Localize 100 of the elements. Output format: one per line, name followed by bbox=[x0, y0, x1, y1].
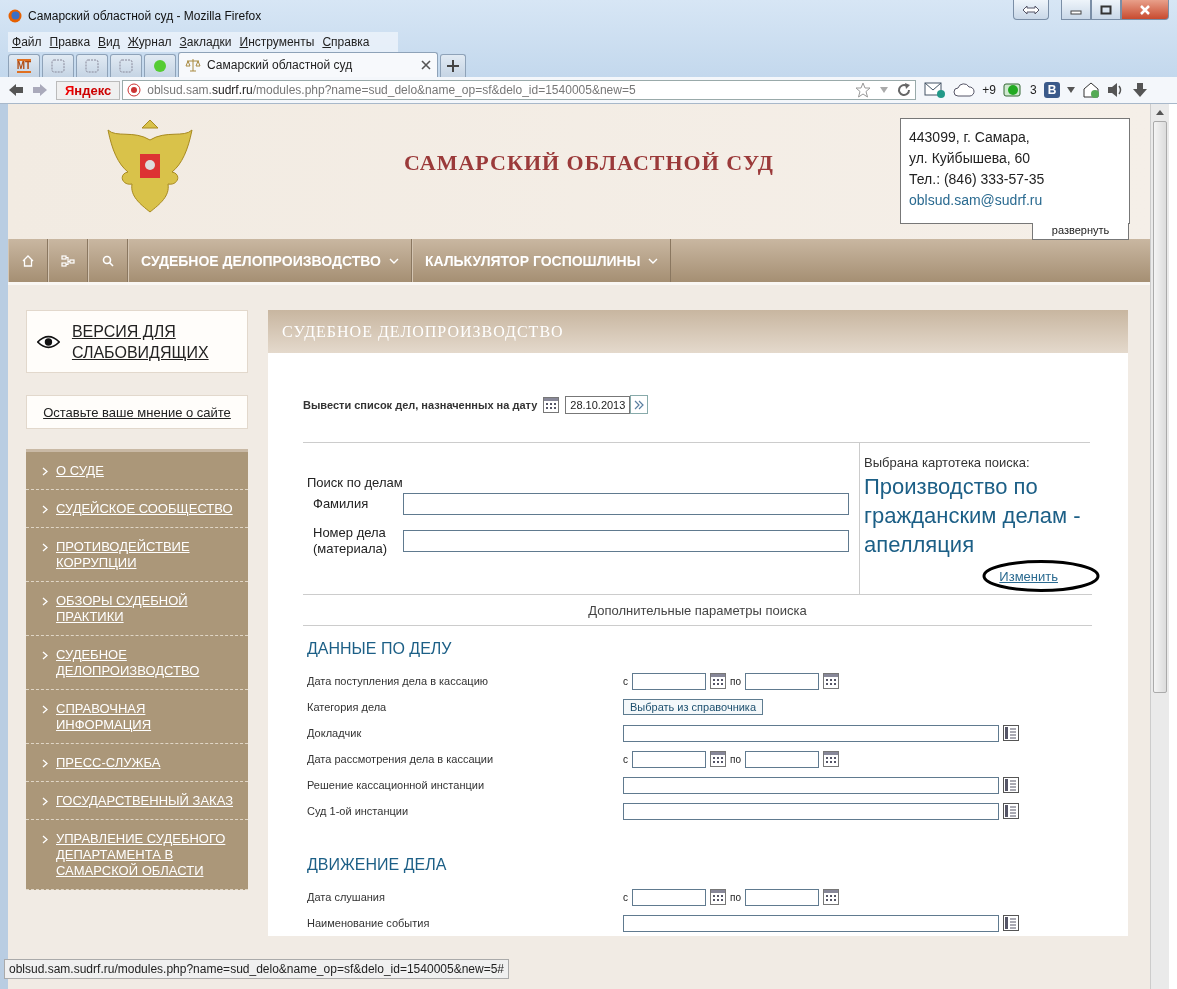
text-field[interactable] bbox=[623, 914, 999, 932]
menu-item[interactable]: Журнал bbox=[123, 35, 176, 49]
mail-icon[interactable] bbox=[924, 82, 947, 98]
text-field[interactable] bbox=[403, 530, 849, 552]
contact-text: 443099, г. Самара, bbox=[909, 128, 1031, 147]
chevron-right-icon bbox=[42, 797, 48, 806]
plus-icon bbox=[447, 60, 459, 72]
field-label: Номер дела (материала) bbox=[312, 525, 389, 557]
chevron-right-icon bbox=[42, 467, 48, 476]
dropdown-icon[interactable] bbox=[1067, 87, 1076, 93]
date-field[interactable] bbox=[632, 672, 706, 690]
contact-text: ул. Куйбышева, 60 bbox=[909, 149, 1032, 168]
menu-item[interactable]: Файл bbox=[8, 35, 46, 49]
scroll-up-icon bbox=[1156, 110, 1164, 115]
section-heading: ДАННЫЕ ПО ДЕЛУ bbox=[307, 640, 453, 658]
chevron-right-icon bbox=[42, 705, 48, 714]
field-label: Дата слушания bbox=[306, 891, 386, 903]
close-icon[interactable] bbox=[421, 60, 431, 70]
chevron-down-icon bbox=[388, 257, 399, 264]
download-icon[interactable] bbox=[1132, 82, 1149, 98]
date-field[interactable] bbox=[745, 672, 819, 690]
text-field[interactable] bbox=[623, 802, 999, 820]
blank-page-icon bbox=[51, 59, 65, 73]
browser-tab[interactable]: MT bbox=[8, 54, 40, 77]
list-icon[interactable] bbox=[1003, 803, 1019, 819]
calendar-icon[interactable] bbox=[710, 673, 726, 689]
text-field[interactable] bbox=[623, 776, 999, 794]
search-engine-button[interactable]: Яндекс bbox=[56, 80, 121, 100]
section-label: Поиск по делам bbox=[307, 475, 404, 490]
calendar-icon[interactable] bbox=[823, 751, 839, 767]
close-button[interactable] bbox=[1121, 0, 1169, 20]
calendar-icon[interactable] bbox=[823, 673, 839, 689]
date-field[interactable] bbox=[632, 888, 706, 906]
feedback-button[interactable]: Оставьте ваше мнение о сайте bbox=[26, 395, 248, 429]
maximize-button[interactable] bbox=[1091, 0, 1121, 20]
chevron-right-icon bbox=[42, 651, 48, 660]
caption-text: Выбрана картотека поиска: bbox=[864, 455, 1031, 470]
section-heading: ДВИЖЕНИЕ ДЕЛА bbox=[307, 856, 448, 874]
select-button[interactable]: Выбрать из справочника bbox=[623, 699, 764, 715]
dot-icon bbox=[153, 59, 167, 73]
accessibility-button[interactable]: ВЕРСИЯ ДЛЯ СЛАБОВИДЯЩИХ bbox=[26, 310, 248, 373]
search-icon bbox=[102, 254, 114, 267]
go-button[interactable] bbox=[630, 395, 649, 414]
menu-item[interactable]: Инструменты bbox=[235, 35, 319, 49]
double-arrow-icon bbox=[1022, 4, 1040, 15]
browser-logo-icon bbox=[8, 9, 22, 23]
menu-item[interactable]: Справка bbox=[318, 35, 374, 49]
menu-item[interactable]: Закладки bbox=[175, 35, 236, 49]
calendar-icon[interactable] bbox=[543, 396, 560, 413]
cloud-icon[interactable] bbox=[953, 83, 976, 97]
app-logo: MT bbox=[16, 59, 32, 73]
chevron-right-icon bbox=[42, 597, 48, 606]
scroll-thumb[interactable] bbox=[1153, 121, 1167, 693]
text-field[interactable] bbox=[623, 724, 999, 742]
home-icon bbox=[22, 254, 34, 267]
calendar-icon[interactable] bbox=[823, 889, 839, 905]
nav-button[interactable] bbox=[88, 239, 128, 282]
social-button[interactable]: В bbox=[1043, 82, 1061, 98]
field-label: Фамилия bbox=[312, 496, 370, 512]
field-label: Дата рассмотрения дела в кассации bbox=[306, 753, 495, 765]
date-field[interactable] bbox=[745, 750, 819, 768]
nav-button[interactable] bbox=[48, 239, 88, 282]
contact-text: Тел.: (846) 333-57-35 bbox=[909, 170, 1046, 189]
address-bar[interactable]: oblsud.sam.sudrf.ru/modules.php?name=sud_delo&name_op=sf&delo_id=1540005&new=5 bbox=[122, 80, 917, 100]
expand-tab[interactable]: развернуть bbox=[1032, 223, 1129, 240]
email-link[interactable]: oblsud.sam@sudrf.ru bbox=[909, 190, 1121, 211]
field-label: Суд 1-ой инстанции bbox=[306, 805, 410, 817]
chevron-right-icon bbox=[42, 759, 48, 768]
back-icon[interactable] bbox=[8, 83, 24, 97]
date-field[interactable]: 28.10.2013 bbox=[565, 395, 631, 414]
browser-tab[interactable]: Самарский областной суд bbox=[178, 52, 438, 77]
chat-icon[interactable] bbox=[1002, 82, 1023, 98]
reload-icon[interactable] bbox=[897, 83, 912, 97]
nav-button[interactable] bbox=[8, 239, 48, 282]
counter-text: 3 bbox=[1029, 83, 1037, 97]
calendar-icon[interactable] bbox=[710, 751, 726, 767]
section-toggle[interactable]: Дополнительные параметры поиска bbox=[303, 595, 1092, 626]
menu-item[interactable]: Правка bbox=[45, 35, 95, 49]
menu-item[interactable]: Вид bbox=[94, 35, 124, 49]
date-field[interactable] bbox=[632, 750, 706, 768]
panel-title: СУДЕБНОЕ ДЕЛОПРОИЗВОДСТВО bbox=[268, 310, 1128, 353]
scales-icon bbox=[185, 58, 201, 72]
calendar-icon[interactable] bbox=[710, 889, 726, 905]
date-field[interactable] bbox=[745, 888, 819, 906]
selected-card-name: Производство по гражданским делам - апелляция bbox=[864, 473, 1082, 559]
field-label: Категория дела bbox=[306, 701, 388, 713]
list-icon[interactable] bbox=[1003, 725, 1019, 741]
range-label: по bbox=[730, 753, 741, 765]
sitemap-icon bbox=[61, 254, 75, 267]
scrollbar[interactable] bbox=[1150, 104, 1169, 989]
window-title: Самарский областной суд - Mozilla Firefox bbox=[28, 9, 262, 23]
field-label: Решение кассационной инстанции bbox=[306, 779, 486, 791]
list-icon[interactable] bbox=[1003, 777, 1019, 793]
status-url-tooltip: oblsud.sam.sudrf.ru/modules.php?name=sud_delo&name_op=sf&delo_id=1540005&new=5# bbox=[4, 959, 510, 979]
list-icon[interactable] bbox=[1003, 915, 1019, 931]
text-field[interactable] bbox=[403, 493, 849, 515]
star-icon[interactable] bbox=[855, 82, 872, 98]
resize-button[interactable] bbox=[1013, 0, 1049, 20]
date-label: Вывести список дел, назначенных на дату bbox=[303, 398, 538, 411]
new-tab-button[interactable] bbox=[440, 54, 466, 77]
